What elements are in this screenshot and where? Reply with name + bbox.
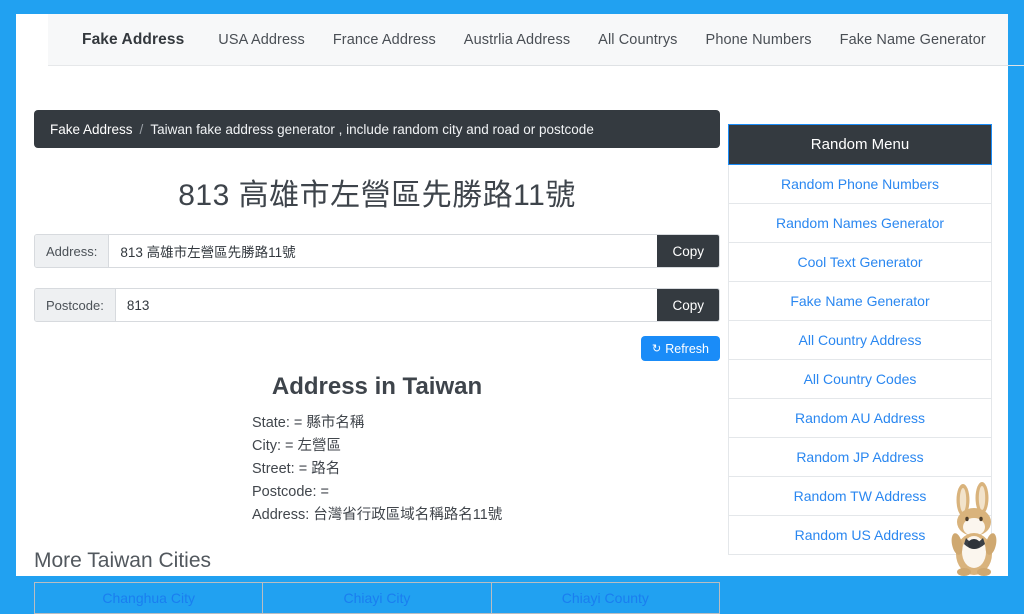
breadcrumb-current: Taiwan fake address generator , include … [150,121,594,137]
sidebar-item-random-jp-address[interactable]: Random JP Address [728,438,992,477]
city-link-changhua-city[interactable]: Changhua City [33,582,264,614]
sidebar-item-all-country-codes[interactable]: All Country Codes [728,360,992,399]
nav-item-usa-address[interactable]: USA Address [218,32,305,48]
sidebar-item-random-phone-numbers[interactable]: Random Phone Numbers [728,165,992,204]
nav-item-france-address[interactable]: France Address [333,32,436,48]
nav-item-phone-numbers[interactable]: Phone Numbers [706,32,812,48]
more-cities-table: Changhua City Chiayi City Chiayi County [33,582,721,614]
refresh-icon: ↻ [652,343,662,355]
city-link-chiayi-city[interactable]: Chiayi City [262,582,492,614]
detail-line-address: Address: 台灣省行政區域名稱路名11號 [252,507,503,523]
breadcrumb-home[interactable]: Fake Address [50,122,133,137]
refresh-button-label: Refresh [665,341,709,356]
breadcrumb: Fake Address / Taiwan fake address gener… [34,110,720,148]
table-row: Changhua City Chiayi City Chiayi County [33,582,721,614]
detail-line-street: Street: = 路名 [252,461,341,477]
sidebar-item-random-tw-address[interactable]: Random TW Address [728,477,992,516]
sidebar-header: Random Menu [728,124,992,165]
address-label: Address: [35,235,110,267]
more-cities-title: More Taiwan Cities [34,549,212,572]
address-copy-button[interactable]: Copy [657,235,719,267]
address-input[interactable] [109,235,658,267]
page-title: 813 高雄市左營區先勝路11號 [178,179,576,212]
top-navigation: Fake Address USA Address France Address … [48,14,1024,66]
details-field-list: State: = 縣市名稱 City: = 左營區 Street: = 路名 P… [34,412,720,527]
sidebar-item-cool-text-generator[interactable]: Cool Text Generator [728,243,992,282]
breadcrumb-separator: / [139,121,144,137]
sidebar-item-random-us-address[interactable]: Random US Address [728,516,992,555]
page-frame: Fake Address USA Address France Address … [16,14,1024,614]
detail-line-state: State: = 縣市名稱 [252,415,365,431]
detail-line-postcode: Postcode: = [252,484,329,500]
nav-divider [250,65,1024,66]
postcode-copy-button[interactable]: Copy [657,289,719,321]
random-menu-sidebar: Random Menu Random Phone Numbers Random … [728,124,992,555]
sidebar-item-random-au-address[interactable]: Random AU Address [728,399,992,438]
nav-brand-fake-address[interactable]: Fake Address [82,31,184,49]
nav-item-fake-name-generator[interactable]: Fake Name Generator [840,32,986,48]
details-section-title: Address in Taiwan [271,373,483,400]
detail-line-city: City: = 左營區 [252,438,342,454]
refresh-button[interactable]: ↻ Refresh [641,336,720,361]
postcode-input[interactable] [115,289,658,321]
postcode-label: Postcode: [35,289,116,321]
refresh-row: ↻ Refresh [34,336,720,361]
nav-item-all-countrys[interactable]: All Countrys [598,32,677,48]
main-content: Fake Address / Taiwan fake address gener… [33,110,721,614]
sidebar-item-all-country-address[interactable]: All Country Address [728,321,992,360]
nav-item-australia-address[interactable]: Austrlia Address [464,32,570,48]
address-input-group: Address: Copy [34,234,720,268]
sidebar-item-random-names-generator[interactable]: Random Names Generator [728,204,992,243]
postcode-input-group: Postcode: Copy [34,288,720,322]
sidebar-item-fake-name-generator[interactable]: Fake Name Generator [728,282,992,321]
city-link-chiayi-county[interactable]: Chiayi County [490,582,721,614]
